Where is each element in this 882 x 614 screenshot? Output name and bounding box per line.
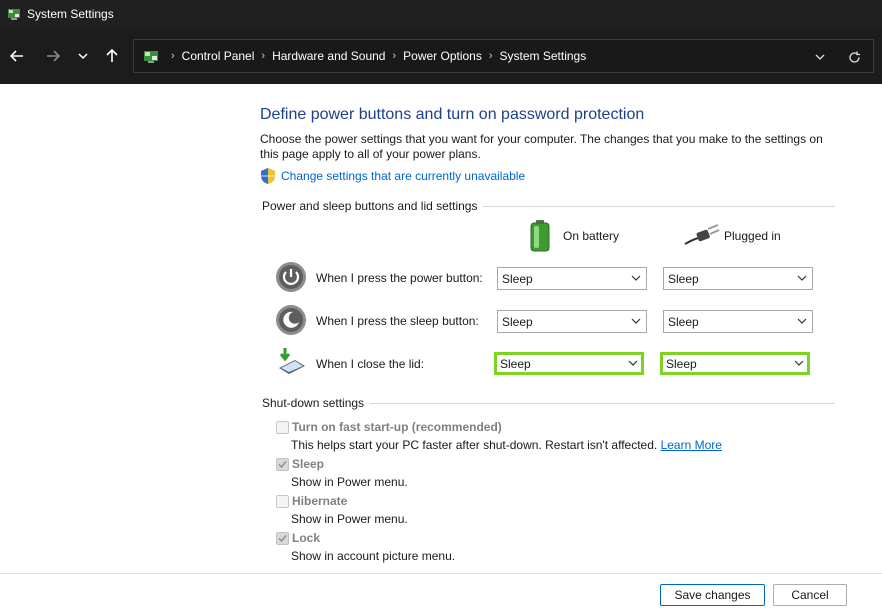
laptop-lid-icon xyxy=(279,348,305,374)
window-title: System Settings xyxy=(27,7,114,21)
learn-more-link[interactable]: Learn More xyxy=(661,438,722,452)
save-changes-button[interactable]: Save changes xyxy=(660,584,765,606)
select-value: Sleep xyxy=(668,315,699,329)
title-bar: System Settings xyxy=(0,0,882,28)
select-value: Sleep xyxy=(502,315,533,329)
fast-startup-description: This helps start your PC faster after sh… xyxy=(291,438,722,452)
chevron-down-icon xyxy=(797,318,807,324)
breadcrumb-system-settings[interactable]: System Settings xyxy=(500,49,587,63)
chevron-down-icon xyxy=(815,54,825,60)
select-value: Sleep xyxy=(502,272,533,286)
power-button-on-battery-select[interactable]: Sleep xyxy=(497,267,647,290)
breadcrumb-separator: › xyxy=(392,50,397,62)
refresh-icon xyxy=(848,51,860,63)
hibernate-option-title: Hibernate xyxy=(292,494,348,508)
hibernate-checkbox[interactable] xyxy=(276,495,289,508)
lock-checkbox[interactable] xyxy=(276,532,289,545)
uac-shield-icon xyxy=(261,168,275,184)
sleep-button-label: When I press the sleep button: xyxy=(316,314,479,328)
select-value: Sleep xyxy=(500,357,531,371)
battery-icon xyxy=(530,220,550,252)
address-bar[interactable]: › Control Panel › Hardware and Sound › P… xyxy=(133,39,874,73)
power-button-plugged-in-select[interactable]: Sleep xyxy=(663,267,813,290)
fast-startup-title: Turn on fast start-up (recommended) xyxy=(292,420,502,434)
breadcrumb-power-options[interactable]: Power Options xyxy=(403,49,482,63)
arrow-up-icon xyxy=(106,49,118,62)
sleep-button-icon xyxy=(276,305,306,335)
address-dropdown-button[interactable] xyxy=(810,47,830,67)
checkmark-icon xyxy=(278,535,287,543)
section-header-shutdown: Shut-down settings xyxy=(262,396,371,410)
close-lid-label: When I close the lid: xyxy=(316,357,425,371)
sleep-checkbox[interactable] xyxy=(276,458,289,471)
power-button-icon xyxy=(276,262,306,292)
sleep-button-plugged-in-select[interactable]: Sleep xyxy=(663,310,813,333)
back-button[interactable] xyxy=(6,45,28,67)
breadcrumb-control-panel[interactable]: Control Panel xyxy=(182,49,255,63)
navigation-bar: › Control Panel › Hardware and Sound › P… xyxy=(0,28,882,84)
fast-startup-checkbox[interactable] xyxy=(276,421,289,434)
section-header-power-buttons: Power and sleep buttons and lid settings xyxy=(262,199,484,213)
arrow-left-icon xyxy=(10,50,23,62)
power-plug-icon xyxy=(684,224,720,245)
refresh-button[interactable] xyxy=(844,47,864,67)
power-button-label: When I press the power button: xyxy=(316,271,483,285)
sleep-option-title: Sleep xyxy=(292,457,325,471)
column-header-on-battery: On battery xyxy=(563,229,620,243)
hibernate-option-description: Show in Power menu. xyxy=(291,512,408,526)
breadcrumb-separator: › xyxy=(488,50,493,62)
lock-option-title: Lock xyxy=(292,531,321,545)
main-content: Define power buttons and turn on passwor… xyxy=(0,84,882,574)
chevron-down-icon xyxy=(797,275,807,281)
close-lid-on-battery-select[interactable]: Sleep xyxy=(494,352,644,375)
footer-divider xyxy=(0,573,882,574)
control-panel-icon xyxy=(144,51,158,63)
change-settings-link[interactable]: Change settings that are currently unava… xyxy=(281,169,525,183)
up-button[interactable] xyxy=(101,45,123,67)
breadcrumb: › Control Panel › Hardware and Sound › P… xyxy=(164,49,586,63)
arrow-right-icon xyxy=(47,50,60,62)
control-panel-icon xyxy=(8,9,20,20)
chevron-down-icon xyxy=(78,53,88,60)
chevron-down-icon xyxy=(631,318,641,324)
chevron-down-icon xyxy=(794,360,804,366)
fast-startup-description-text: This helps start your PC faster after sh… xyxy=(291,438,658,452)
lock-option-description: Show in account picture menu. xyxy=(291,549,456,563)
checkmark-icon xyxy=(278,461,287,469)
close-lid-plugged-in-select[interactable]: Sleep xyxy=(660,352,810,375)
sleep-button-on-battery-select[interactable]: Sleep xyxy=(497,310,647,333)
chevron-down-icon xyxy=(631,275,641,281)
page-description: Choose the power settings that you want … xyxy=(260,132,823,161)
breadcrumb-separator: › xyxy=(171,50,175,62)
cancel-button[interactable]: Cancel xyxy=(773,584,847,606)
column-header-plugged-in: Plugged in xyxy=(724,229,781,243)
sleep-option-description: Show in Power menu. xyxy=(291,475,408,489)
page-title: Define power buttons and turn on passwor… xyxy=(260,106,645,123)
breadcrumb-hardware-and-sound[interactable]: Hardware and Sound xyxy=(272,49,385,63)
chevron-down-icon xyxy=(628,360,638,366)
forward-button[interactable] xyxy=(42,45,64,67)
select-value: Sleep xyxy=(668,272,699,286)
breadcrumb-separator: › xyxy=(261,50,266,62)
recent-locations-button[interactable] xyxy=(72,45,94,67)
select-value: Sleep xyxy=(666,357,697,371)
